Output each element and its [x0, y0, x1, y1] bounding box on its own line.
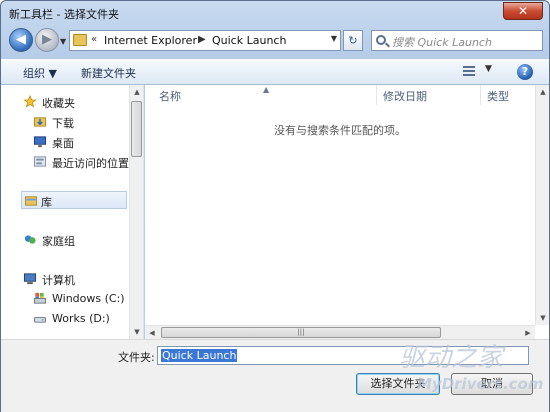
organize-button[interactable]: 组织 ▼ — [23, 65, 57, 81]
column-label: 修改日期 — [383, 90, 427, 103]
column-label: 类型 — [487, 90, 509, 103]
folder-label: 文件夹: — [118, 351, 155, 364]
computer-icon — [23, 273, 37, 285]
column-header-type[interactable]: 类型 — [481, 85, 535, 105]
drive-d-icon — [33, 317, 47, 323]
scroll-down-icon[interactable]: ▼ — [130, 325, 143, 339]
breadcrumb-quick-launch[interactable]: Quick Launch — [212, 34, 286, 47]
search-input[interactable]: 搜索 Quick Launch — [371, 30, 543, 51]
close-button[interactable]: ✕ — [503, 2, 543, 20]
breadcrumb-separator-icon[interactable]: ▶ — [198, 34, 206, 45]
sidebar-item-label: Windows (C:) — [52, 292, 125, 305]
address-overflow-icon[interactable]: « — [91, 34, 97, 45]
sidebar-item-desktop[interactable]: 桌面 — [33, 133, 123, 151]
watermark-site: MyDrivers.com — [417, 375, 544, 393]
sidebar-item-label: 收藏夹 — [42, 97, 75, 110]
sidebar-item-label: 家庭组 — [42, 235, 75, 248]
sidebar-item-label: 最近访问的位置 — [52, 157, 129, 170]
view-options-button[interactable]: ▼ — [463, 64, 493, 80]
empty-message: 没有与搜索条件匹配的项。 — [274, 124, 406, 137]
sidebar-item-label: 库 — [41, 196, 52, 209]
scroll-up-icon[interactable]: ▲ — [130, 85, 143, 99]
sidebar-item-drive-c[interactable]: Windows (C:) — [33, 290, 129, 308]
sidebar-item-label: 计算机 — [42, 274, 75, 287]
download-folder-icon — [33, 117, 47, 127]
window-title: 新工具栏 - 选择文件夹 — [9, 8, 119, 21]
folder-icon — [73, 34, 87, 46]
file-list[interactable]: 名称 ▲ 修改日期 类型 没有与搜索条件匹配的项。 ▲ ▼ ◀ ||| ▶ — [145, 85, 549, 339]
sidebar-item-drive-d[interactable]: Works (D:) — [33, 310, 129, 328]
watermark-logo: 驱动之家 MyDrivers.com — [399, 331, 549, 401]
chevron-down-icon: ▼ — [485, 64, 492, 74]
address-bar[interactable]: « Internet Explorer ▶ Quick Launch ▼ — [69, 30, 341, 51]
dialog-window: 新工具栏 - 选择文件夹 ✕ ◀ ▶ ▼ « Internet Explorer… — [0, 0, 550, 412]
address-dropdown-icon[interactable]: ▼ — [331, 34, 337, 43]
back-button[interactable]: ◀ — [9, 28, 33, 52]
sidebar-item-libraries[interactable]: 库 — [21, 191, 127, 209]
desktop-icon — [33, 136, 47, 148]
scroll-down-icon[interactable]: ▼ — [536, 311, 550, 325]
sidebar-item-label: 桌面 — [52, 137, 74, 150]
history-dropdown-icon[interactable]: ▼ — [60, 37, 66, 46]
folder-name-value: Quick Launch — [161, 349, 238, 362]
recent-places-icon — [33, 156, 47, 167]
column-header-date-modified[interactable]: 修改日期 — [377, 85, 481, 105]
sidebar-item-computer[interactable]: 计算机 — [23, 270, 123, 288]
navigation-bar: ◀ ▶ ▼ « Internet Explorer ▶ Quick Launch… — [1, 25, 549, 57]
nav-scrollbar[interactable]: ▲ ▼ — [129, 85, 143, 339]
breadcrumb-internet-explorer[interactable]: Internet Explorer — [104, 34, 197, 47]
navigation-pane: 收藏夹 下载 桌面 最近访问的位置 库 家庭组 计算机 Windows (C:)… — [1, 85, 144, 339]
scroll-up-icon[interactable]: ▲ — [536, 85, 550, 99]
sidebar-item-downloads[interactable]: 下载 — [33, 113, 123, 131]
drive-c-icon — [33, 292, 47, 304]
command-bar: 组织 ▼ 新建文件夹 ▼ ? — [1, 59, 549, 85]
watermark-script: 驱动之家 — [399, 343, 504, 373]
scroll-thumb[interactable] — [131, 101, 142, 157]
view-icon — [463, 66, 475, 78]
scroll-left-icon[interactable]: ◀ — [145, 326, 159, 340]
sidebar-item-favorites[interactable]: 收藏夹 — [23, 93, 123, 111]
column-label: 名称 — [159, 90, 181, 103]
library-icon — [24, 196, 38, 206]
homegroup-icon — [24, 235, 36, 244]
refresh-button[interactable]: ↻ — [343, 30, 363, 51]
sidebar-item-recent-places[interactable]: 最近访问的位置 — [33, 153, 129, 171]
sidebar-item-label: 下载 — [52, 117, 74, 130]
sort-ascending-icon: ▲ — [263, 85, 270, 94]
content-vertical-scrollbar[interactable]: ▲ ▼ — [535, 85, 549, 325]
sidebar-item-label: Works (D:) — [52, 312, 110, 325]
search-placeholder: 搜索 Quick Launch — [392, 36, 492, 49]
title-bar: 新工具栏 - 选择文件夹 ✕ — [1, 1, 549, 25]
star-icon — [23, 95, 37, 108]
search-icon — [376, 35, 386, 45]
sidebar-item-homegroup[interactable]: 家庭组 — [23, 231, 123, 249]
new-folder-button[interactable]: 新建文件夹 — [81, 65, 136, 81]
forward-button[interactable]: ▶ — [35, 28, 59, 52]
help-button[interactable]: ? — [517, 64, 533, 80]
